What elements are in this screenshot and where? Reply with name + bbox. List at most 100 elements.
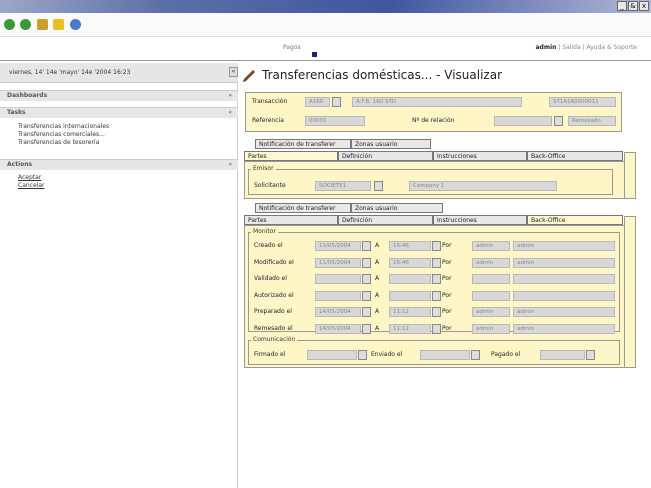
calendar-button[interactable] [362,290,371,301]
minimize-button[interactable]: _ [617,1,627,11]
ayuda-link[interactable]: Ayuda & Soporte [587,44,638,51]
calendar-button[interactable] [362,241,371,251]
monitor-user-field: admin [472,257,510,268]
collapse-icon[interactable]: « [228,109,232,116]
pagado-label: Pagado el [491,351,521,358]
cancelar-link[interactable]: Cancelar [18,182,44,189]
monitor-time-field: 15:46 [389,257,431,268]
transaccion-desc-field: A.F.B. 160 STD [352,97,522,107]
active-marker-icon [312,52,317,57]
por-label: Por [442,291,452,299]
monitor-user-field: admin [472,323,510,334]
relacion-lookup-button[interactable] [554,116,563,126]
favorites-star-icon[interactable] [53,19,64,30]
transaccion-label: Transacción [252,98,288,105]
tab-scroll-2 [624,216,636,368]
a-label: A [375,258,380,266]
por-label: Por [442,308,452,315]
page-title: Transferencias domésticas... - Visualiza… [262,68,502,82]
relacion-label: Nº de relación [412,117,455,124]
solicitante-label: Solicitante [254,182,286,189]
enviado-label: Enviado el [371,351,403,358]
enviado-calendar-button[interactable] [471,350,480,360]
monitor-user-name-field: admin [513,257,615,268]
pagado-calendar-button[interactable] [586,350,595,360]
lookup-button[interactable] [332,97,341,107]
tab-back-office-2[interactable]: Back-Office [527,215,623,225]
monitor-date-field: 11/05/2004 [315,241,361,251]
task-link[interactable]: Transferencias de tesorería [18,139,99,146]
monitor-date-field [315,274,361,284]
firmado-calendar-button[interactable] [358,350,367,360]
tab-definicion[interactable]: Definición [338,151,433,161]
tab-notificacion[interactable]: Notificación de transferer [255,139,351,149]
collapse-panel-button[interactable]: « [229,67,238,77]
time-button[interactable] [432,241,441,251]
maximize-button[interactable]: & [628,1,638,11]
enviado-field[interactable] [420,350,470,360]
time-button[interactable] [432,257,441,268]
solicitante-lookup-button[interactable] [374,181,383,191]
time-button[interactable] [432,307,441,317]
time-button[interactable] [432,274,441,284]
por-label: Por [442,258,452,266]
tab-zonas-usuario-2[interactable]: Zonas usuario [351,203,443,213]
monitor-row-label: Modificado el [254,258,294,266]
por-label: Por [442,324,452,332]
comunicacion-title: Comunicación [251,336,298,343]
monitor-user-field: admin [472,307,510,317]
tab-partes-2[interactable]: Partes [244,215,338,225]
task-link[interactable]: Transferencias comerciales... [18,131,105,138]
monitor-user-name-field: admin [513,241,615,251]
expand-icon[interactable]: » [228,92,232,99]
browser-toolbar [0,13,651,37]
time-button[interactable] [432,323,441,334]
por-label: Por [442,242,452,249]
a-label: A [375,308,380,315]
actions-header[interactable]: Actions « [0,159,238,170]
salida-link[interactable]: Salida [562,44,580,51]
a-label: A [375,291,380,299]
monitor-title: Monitor [251,228,278,235]
monitor-row-label: Creado el [254,242,283,249]
tab-instrucciones[interactable]: Instrucciones [433,151,527,161]
back-icon[interactable] [4,19,15,30]
monitor-user-field [472,274,510,284]
monitor-row-label: Remesado el [254,324,293,332]
referencia-label: Referencia [252,117,284,124]
transaccion-id-field: ST1A160000011 [549,97,616,107]
tab-instrucciones-2[interactable]: Instrucciones [433,215,527,225]
forward-icon[interactable] [20,19,31,30]
edit-icon[interactable] [37,19,48,30]
calendar-button[interactable] [362,307,371,317]
monitor-time-field [389,274,431,284]
aceptar-link[interactable]: Aceptar [18,174,41,181]
dashboards-header[interactable]: Dashboards» [0,90,238,101]
collapse-icon[interactable]: « [228,161,232,168]
emisor-title: Emisor [251,165,276,172]
task-link[interactable]: Transferencias internacionales [18,123,109,130]
tab-definicion-2[interactable]: Definición [338,215,433,225]
monitor-row-label: Preparado el [254,308,292,315]
monitor-row-label: Validado el [254,275,287,282]
calendar-button[interactable] [362,257,371,268]
date-display: viernes, 14' 14e 'mayo' 14e '2004 16:23 [0,63,238,83]
monitor-row-label: Autorizado el [254,291,294,299]
monitor-user-name-field [513,274,615,284]
monitor-time-field: 11:12 [389,323,431,334]
calendar-button[interactable] [362,323,371,334]
tasks-header[interactable]: Tasks « [0,107,238,118]
pagado-field[interactable] [540,350,585,360]
solicitante-name-field: Company 1 [409,181,557,191]
close-button[interactable]: x [639,1,649,11]
tab-notificacion-2[interactable]: Notificación de transferer [255,203,351,213]
calendar-button[interactable] [362,274,371,284]
history-icon[interactable] [70,19,81,30]
tab-partes[interactable]: Partes [244,151,338,161]
tab-zonas-usuario[interactable]: Zonas usuario [351,139,431,149]
tab-back-office[interactable]: Back-Office [527,151,623,161]
time-button[interactable] [432,290,441,301]
monitor-date-field [315,290,361,301]
firmado-field[interactable] [307,350,357,360]
referencia-field: 00001 [305,116,365,126]
